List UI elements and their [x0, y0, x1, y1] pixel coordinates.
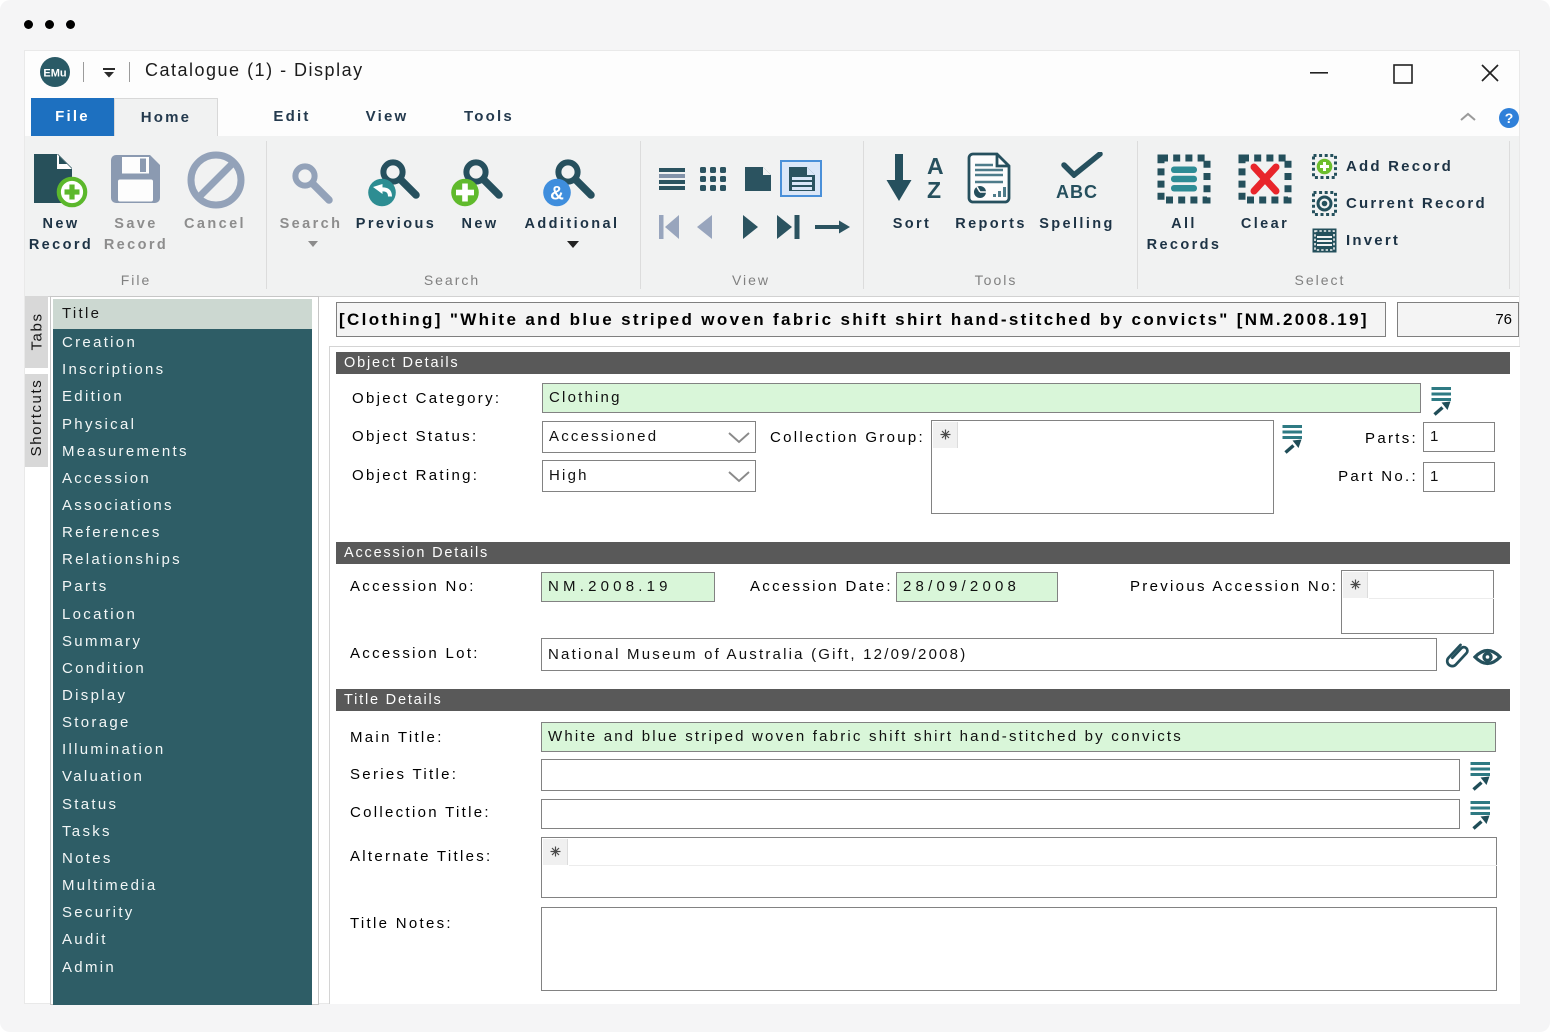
- svg-text:Z: Z: [927, 177, 941, 203]
- svg-text:EMu: EMu: [43, 68, 66, 80]
- svg-text:&: &: [550, 184, 564, 205]
- svg-text:A: A: [927, 153, 944, 179]
- svg-text:?: ?: [1505, 110, 1514, 126]
